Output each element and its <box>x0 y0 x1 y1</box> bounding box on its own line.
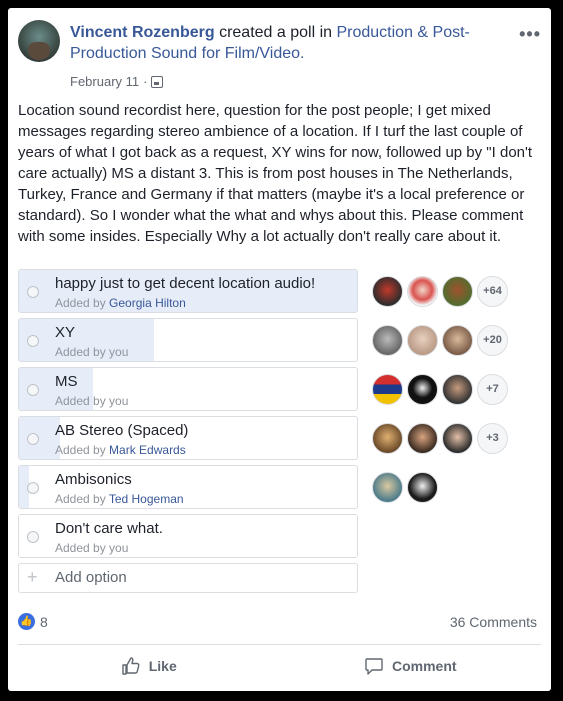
vote-share-bar <box>19 417 60 459</box>
voter-avatar[interactable] <box>442 422 473 454</box>
poll-option-box[interactable]: Ambisonics Added by Ted Hogeman <box>18 465 358 509</box>
privacy-icon[interactable] <box>151 75 164 88</box>
more-voters-count[interactable]: +64 <box>477 275 508 307</box>
radio-button[interactable] <box>27 286 39 298</box>
voter-avatar[interactable] <box>407 275 438 307</box>
post-meta: February 11 · <box>70 74 164 89</box>
add-option-button[interactable]: + Add option <box>18 563 358 593</box>
radio-button[interactable] <box>27 433 39 445</box>
date-separator: · <box>143 74 148 89</box>
divider <box>18 644 541 645</box>
poll-option-label: AB Stereo (Spaced) <box>55 422 189 439</box>
added-by-link[interactable]: Ted Hogeman <box>109 492 184 506</box>
poll-option: XY Added by you +20 <box>18 318 543 367</box>
comment-bubble-icon <box>365 658 383 675</box>
voter-avatar[interactable] <box>372 324 403 356</box>
poll-option-added-by: Added by Mark Edwards <box>55 443 186 457</box>
radio-button[interactable] <box>27 531 39 543</box>
voter-avatar[interactable] <box>372 373 403 405</box>
add-option-label: Add option <box>55 569 127 586</box>
poll-option: happy just to get decent location audio!… <box>18 269 543 318</box>
radio-button[interactable] <box>27 482 39 494</box>
poll-option-box[interactable]: AB Stereo (Spaced) Added by Mark Edwards <box>18 416 358 460</box>
poll-option-added-by: Added by you <box>55 394 129 408</box>
poll-option: MS Added by you +7 <box>18 367 543 416</box>
poll-option-box[interactable]: XY Added by you <box>18 318 358 362</box>
voter-avatar[interactable] <box>442 373 473 405</box>
more-options-icon[interactable]: ••• <box>519 24 541 45</box>
poll-option-label: Ambisonics <box>55 471 132 488</box>
more-voters-count[interactable]: +7 <box>477 373 508 405</box>
poll-option-box[interactable]: happy just to get decent location audio!… <box>18 269 358 313</box>
poll-option-label: Don't care what. <box>55 520 163 537</box>
poll-option: Don't care what. Added by you <box>18 514 543 563</box>
voter-avatar[interactable] <box>407 373 438 405</box>
voter-avatar[interactable] <box>442 324 473 356</box>
author-avatar[interactable] <box>18 20 60 62</box>
radio-button[interactable] <box>27 335 39 347</box>
post-card: Vincent Rozenberg created a poll in Prod… <box>8 8 551 691</box>
voter-avatar[interactable] <box>372 422 403 454</box>
post-date[interactable]: February 11 <box>70 74 139 89</box>
radio-button[interactable] <box>27 384 39 396</box>
voter-avatar[interactable] <box>372 275 403 307</box>
comment-label: Comment <box>391 658 457 674</box>
added-by-link[interactable]: Mark Edwards <box>109 443 186 457</box>
post-headline: Vincent Rozenberg created a poll in Prod… <box>70 22 490 64</box>
poll-option-box[interactable]: MS Added by you <box>18 367 358 411</box>
voter-avatar[interactable] <box>407 324 438 356</box>
post-stats: 👍 8 36 Comments <box>18 612 537 632</box>
like-label: Like <box>148 658 177 674</box>
author-name[interactable]: Vincent Rozenberg <box>70 24 215 41</box>
poll-option-box[interactable]: Don't care what. Added by you <box>18 514 358 558</box>
voter-avatars: +7 <box>372 373 508 405</box>
like-count[interactable]: 8 <box>40 614 48 630</box>
voter-avatar[interactable] <box>442 275 473 307</box>
comment-count[interactable]: 36 Comments <box>450 614 537 630</box>
poll-option-label: XY <box>55 324 76 341</box>
voter-avatar[interactable] <box>407 471 438 503</box>
more-voters-count[interactable]: +20 <box>477 324 508 356</box>
added-by-link[interactable]: Georgia Hilton <box>109 296 186 310</box>
poll-option-label: MS <box>55 373 78 390</box>
comment-button[interactable]: Comment <box>280 648 542 684</box>
action-text: created a poll in <box>214 24 337 41</box>
post-body: Location sound recordist here, question … <box>18 102 533 245</box>
voter-avatar[interactable] <box>407 422 438 454</box>
voter-avatars: +64 <box>372 275 508 307</box>
poll-option: Ambisonics Added by Ted Hogeman <box>18 465 543 514</box>
voter-avatar[interactable] <box>372 471 403 503</box>
poll-options: happy just to get decent location audio!… <box>18 269 543 593</box>
poll-option-added-by: Added by you <box>55 541 129 555</box>
poll-option-added-by: Added by Georgia Hilton <box>55 296 186 310</box>
like-button[interactable]: Like <box>18 648 280 684</box>
poll-option: AB Stereo (Spaced) Added by Mark Edwards… <box>18 416 543 465</box>
voter-avatars <box>372 471 438 503</box>
voter-avatars: +3 <box>372 422 508 454</box>
thumbs-up-icon <box>122 657 140 675</box>
poll-option-added-by: Added by you <box>55 345 129 359</box>
post-actions: Like Comment <box>18 648 541 684</box>
post-header: Vincent Rozenberg created a poll in Prod… <box>18 20 541 92</box>
like-reaction-icon[interactable]: 👍 <box>18 613 35 630</box>
more-voters-count[interactable]: +3 <box>477 422 508 454</box>
plus-icon: + <box>27 567 38 587</box>
poll-option-label: happy just to get decent location audio! <box>55 275 316 292</box>
poll-option-added-by: Added by Ted Hogeman <box>55 492 184 506</box>
voter-avatars: +20 <box>372 324 508 356</box>
